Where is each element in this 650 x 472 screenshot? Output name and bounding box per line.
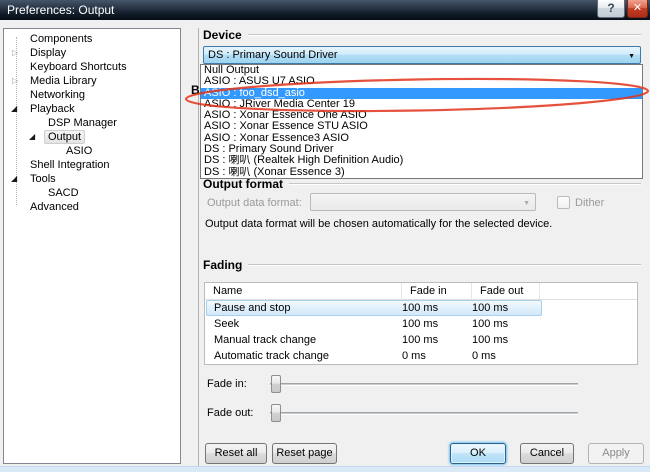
output-format-note: Output data format will be chosen automa… xyxy=(205,218,553,230)
dropdown-item[interactable]: DS : Primary Sound Driver xyxy=(201,144,642,155)
device-dropdown-list: Null Output ASIO : ASUS U7 ASIO ASIO : f… xyxy=(200,64,643,179)
column-header-fade-in[interactable]: Fade in xyxy=(402,283,472,299)
chevron-down-icon: ▼ xyxy=(523,200,530,207)
table-row-manual-track-change[interactable]: Manual track change 100 ms 100 ms xyxy=(206,332,542,348)
preferences-window: Preferences: Output ? ✕ Components ▷ Dis… xyxy=(0,0,650,472)
output-data-format-combobox: ▼ xyxy=(310,193,536,211)
dropdown-item[interactable]: ASIO : Xonar Essence One ASIO xyxy=(201,110,642,121)
output-format-section-title: Output format xyxy=(203,177,283,191)
cancel-button[interactable]: Cancel xyxy=(520,443,574,464)
section-rule xyxy=(248,264,641,266)
sidebar-item-advanced[interactable]: Advanced xyxy=(4,200,180,214)
hidden-section-partial-letter: B xyxy=(191,83,199,96)
sidebar-item-sacd[interactable]: SACD xyxy=(4,186,180,200)
column-header-empty xyxy=(540,283,637,299)
apply-button: Apply xyxy=(588,443,644,464)
device-combobox[interactable]: DS : Primary Sound Driver ▼ xyxy=(203,46,641,64)
expander-expanded-icon[interactable]: ◢ xyxy=(11,105,17,113)
fade-in-slider-label: Fade in: xyxy=(207,378,247,390)
fade-out-slider-track[interactable] xyxy=(270,412,578,415)
sidebar-item-components[interactable]: Components xyxy=(4,32,180,46)
chevron-right-icon[interactable]: ▷ xyxy=(12,77,18,85)
window-title: Preferences: Output xyxy=(7,3,115,17)
fade-out-slider-thumb[interactable] xyxy=(271,404,281,422)
window-bottom-border xyxy=(0,466,650,472)
sidebar-item-keyboard-shortcuts[interactable]: Keyboard Shortcuts xyxy=(4,60,180,74)
sidebar-item-tools[interactable]: ◢ Tools xyxy=(4,172,180,186)
dropdown-item[interactable]: ASIO : Xonar Essence STU ASIO xyxy=(201,121,642,132)
section-rule xyxy=(247,34,641,36)
question-icon: ? xyxy=(607,1,615,15)
expander-expanded-icon[interactable]: ◢ xyxy=(29,133,35,141)
fade-out-slider-label: Fade out: xyxy=(207,407,254,419)
output-data-format-label: Output data format: xyxy=(207,197,302,209)
sidebar-item-output[interactable]: ◢ Output xyxy=(4,130,180,144)
device-combobox-value: DS : Primary Sound Driver xyxy=(208,49,338,61)
reset-all-button[interactable]: Reset all xyxy=(205,443,267,464)
dither-checkbox xyxy=(557,196,570,209)
sidebar-item-asio[interactable]: ASIO xyxy=(4,144,180,158)
fade-in-slider-track[interactable] xyxy=(270,383,578,386)
dropdown-item[interactable]: ASIO : JRiver Media Center 19 xyxy=(201,99,642,110)
fading-section-header: Fading xyxy=(203,258,641,272)
fading-table: Name Fade in Fade out Pause and stop 100… xyxy=(204,282,638,365)
device-section-header: Device xyxy=(203,28,641,42)
fade-in-slider-thumb[interactable] xyxy=(271,375,281,393)
sidebar-item-shell-integration[interactable]: Shell Integration xyxy=(4,158,180,172)
sidebar-item-playback[interactable]: ◢ Playback xyxy=(4,102,180,116)
close-button[interactable]: ✕ xyxy=(627,0,648,18)
column-header-name[interactable]: Name xyxy=(205,283,402,299)
sidebar-item-dsp-manager[interactable]: DSP Manager xyxy=(4,116,180,130)
section-rule xyxy=(289,183,641,185)
device-section-title: Device xyxy=(203,28,242,42)
table-row-pause-and-stop[interactable]: Pause and stop 100 ms 100 ms xyxy=(206,300,542,316)
output-format-section-header: Output format xyxy=(203,177,641,191)
titlebar: Preferences: Output ? ✕ xyxy=(0,0,650,20)
dropdown-item[interactable]: Null Output xyxy=(201,65,642,76)
chevron-right-icon[interactable]: ▷ xyxy=(12,49,18,57)
fading-table-header: Name Fade in Fade out xyxy=(205,283,637,300)
sidebar-item-display[interactable]: ▷ Display xyxy=(4,46,180,60)
dropdown-item-selected[interactable]: ASIO : foo_dsd_asio xyxy=(201,87,642,99)
dropdown-item[interactable]: DS : 喇叭 (Realtek High Definition Audio) xyxy=(201,155,642,166)
column-header-fade-out[interactable]: Fade out xyxy=(472,283,540,299)
preferences-tree: Components ▷ Display Keyboard Shortcuts … xyxy=(3,28,181,464)
expander-expanded-icon[interactable]: ◢ xyxy=(11,175,17,183)
sidebar-item-networking[interactable]: Networking xyxy=(4,88,180,102)
close-icon: ✕ xyxy=(632,2,643,14)
help-button[interactable]: ? xyxy=(597,0,625,18)
dropdown-item[interactable]: DS : 喇叭 (Xonar Essence 3) xyxy=(201,167,642,178)
reset-page-button[interactable]: Reset page xyxy=(272,443,337,464)
chevron-down-icon: ▼ xyxy=(628,53,635,60)
sidebar-item-media-library[interactable]: ▷ Media Library xyxy=(4,74,180,88)
table-row-seek[interactable]: Seek 100 ms 100 ms xyxy=(206,316,542,332)
dither-label: Dither xyxy=(575,197,605,209)
dropdown-item[interactable]: ASIO : ASUS U7 ASIO xyxy=(201,76,642,87)
dropdown-item[interactable]: ASIO : Xonar Essence3 ASIO xyxy=(201,133,642,144)
ok-button[interactable]: OK xyxy=(450,443,506,464)
table-row-automatic-track-change[interactable]: Automatic track change 0 ms 0 ms xyxy=(206,348,542,364)
fading-section-title: Fading xyxy=(203,258,243,272)
